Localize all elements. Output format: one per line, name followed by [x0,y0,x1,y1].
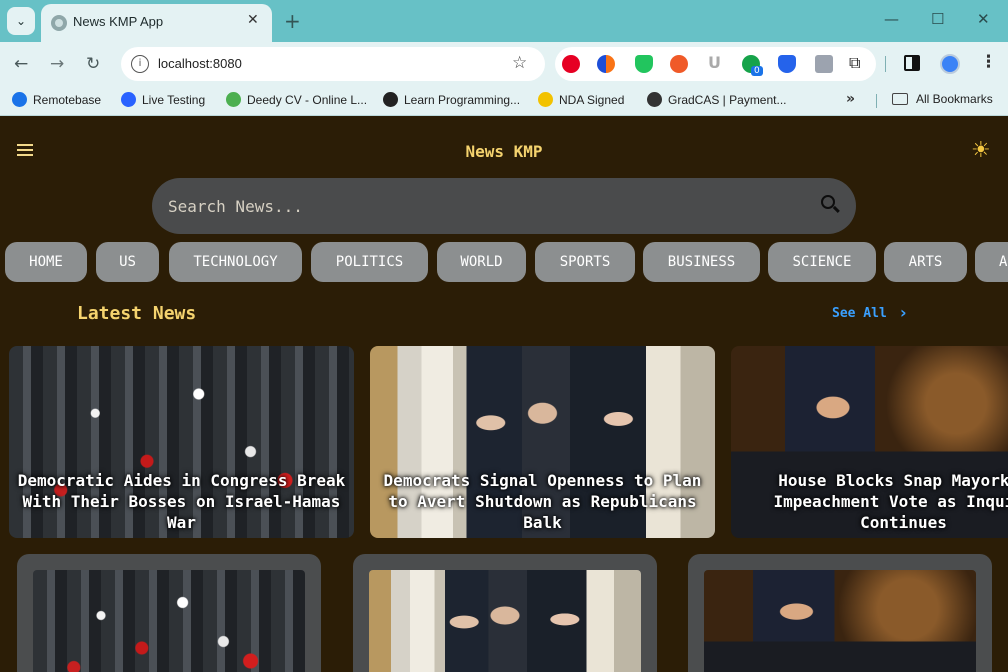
category-chip-automobiles[interactable]: AUTOMOBILES [975,242,1008,282]
news-card[interactable] [353,554,657,672]
news-card[interactable] [17,554,321,672]
news-app: News KMP ☀ HOME US TECHNOLOGY POLITICS W… [0,122,1008,672]
category-chip-business[interactable]: BUSINESS [643,242,760,282]
see-all-link[interactable]: See All [832,306,887,321]
puzzle-icon[interactable]: ⧉ [849,53,860,73]
browser-toolbar: ← → ↻ i localhost:8080 ☆ U 0 ⧉ ⋮ [0,42,1008,86]
close-window-button[interactable]: ✕ [977,10,990,28]
camera-extension-icon[interactable] [815,55,833,73]
close-tab-icon[interactable]: ✕ [247,12,259,28]
search-bar [152,178,856,234]
headline-text: Democratic Aides in Congress Break With … [17,471,346,532]
category-chip-arts[interactable]: ARTS [884,242,967,282]
bookmark-item[interactable]: NDA Signed [538,92,624,107]
category-chip-science[interactable]: SCIENCE [768,242,876,282]
headline-card[interactable]: House Blocks Snap Mayorkas Impeachment V… [731,346,1008,538]
section-title: Latest News [77,303,197,324]
bookmark-item[interactable]: Remotebase [12,92,101,107]
browser-window: ⌄ News KMP App ✕ + — ☐ ✕ ← → ↻ i localho… [0,0,1008,672]
shield-extension-icon[interactable] [635,55,653,73]
category-chip-home[interactable]: HOME [5,242,87,282]
headline-card[interactable]: Democratic Aides in Congress Break With … [9,346,354,538]
globe-icon [51,15,67,31]
url-text[interactable]: localhost:8080 [158,56,242,71]
app-title: News KMP [465,142,543,161]
bookmark-favicon [121,92,136,107]
tab-search-button[interactable]: ⌄ [7,7,35,35]
headline-text: House Blocks Snap Mayorkas Impeachment V… [773,471,1008,532]
headline-text: Democrats Signal Openness to Plan to Ave… [383,471,702,532]
category-chip-technology[interactable]: TECHNOLOGY [169,242,302,282]
category-chip-sports[interactable]: SPORTS [535,242,635,282]
new-tab-button[interactable]: + [284,9,301,33]
news-card[interactable] [688,554,992,672]
bookmark-favicon [226,92,241,107]
category-chip-us[interactable]: US [96,242,159,282]
category-chips: HOME US TECHNOLOGY POLITICS WORLD SPORTS… [5,242,1008,282]
back-button[interactable]: ← [14,54,28,74]
category-chip-politics[interactable]: POLITICS [311,242,428,282]
bookmark-favicon [647,92,662,107]
bookmarks-bar: Remotebase Live Testing Deedy CV - Onlin… [0,86,1008,116]
pinterest-extension-icon[interactable] [562,55,580,73]
bookmarks-divider [876,94,877,108]
forward-button[interactable]: → [50,54,64,74]
bookmark-star-icon[interactable]: ☆ [512,53,527,73]
bookmark-item[interactable]: Live Testing [121,92,205,107]
chevron-down-icon: ⌄ [15,14,27,28]
bookmark-favicon [383,92,398,107]
browser-tab[interactable]: News KMP App ✕ [41,4,272,42]
reload-button[interactable]: ↻ [86,54,100,74]
search-input[interactable] [168,186,808,226]
bookmark-item[interactable]: GradCAS | Payment... [647,92,787,107]
folder-icon [892,93,908,105]
extension-icon[interactable] [597,55,615,73]
u-extension-icon[interactable]: U [708,53,721,72]
bookmark-item[interactable]: Deedy CV - Online L... [226,92,367,107]
extension-icon[interactable] [670,55,688,73]
shield-extension-icon[interactable] [778,55,796,73]
maximize-button[interactable]: ☐ [931,10,944,28]
address-bar[interactable]: i localhost:8080 ☆ [121,47,545,81]
site-info-icon[interactable]: i [131,55,149,73]
more-bookmarks-icon[interactable]: » [846,91,855,107]
bookmark-item[interactable]: Learn Programming... [383,92,520,107]
headline-card[interactable]: Democrats Signal Openness to Plan to Ave… [370,346,715,538]
search-icon[interactable] [821,195,835,209]
tab-title: News KMP App [73,14,164,29]
chevron-right-icon[interactable]: › [900,303,907,322]
category-chip-world[interactable]: WORLD [437,242,526,282]
sun-icon[interactable]: ☀ [971,138,991,163]
extension-badge: 0 [751,66,763,76]
all-bookmarks-button[interactable]: All Bookmarks [892,92,993,106]
tab-strip: ⌄ News KMP App ✕ + — ☐ ✕ [0,0,1008,42]
minimize-button[interactable]: — [884,10,899,28]
toolbar-divider [885,56,886,72]
profile-avatar[interactable] [940,54,960,74]
news-card-image [33,570,305,672]
bookmark-favicon [538,92,553,107]
news-card-image [704,570,976,672]
side-panel-icon[interactable] [904,55,920,71]
news-card-image [369,570,641,672]
bookmark-favicon [12,92,27,107]
browser-menu-icon[interactable]: ⋮ [980,52,997,72]
extensions-bar: U 0 ⧉ [555,47,876,81]
